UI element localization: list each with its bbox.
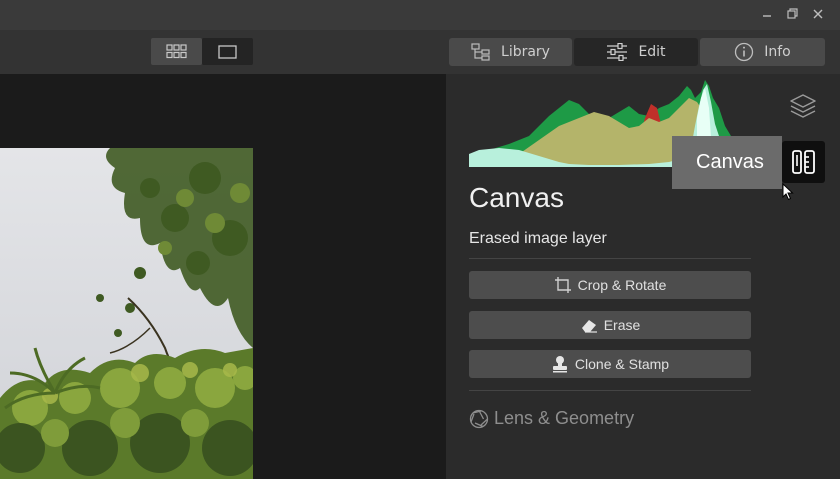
single-view-button[interactable] [202, 38, 253, 65]
canvas-tooltip: Canvas [672, 136, 782, 189]
layers-button[interactable] [786, 90, 820, 124]
lens-geometry-section[interactable]: Lens & Geometry [469, 408, 634, 429]
divider [469, 390, 751, 391]
photo-image [0, 148, 253, 479]
tab-edit[interactable]: Edit [574, 38, 698, 66]
tooltip-label: Canvas [696, 151, 764, 173]
top-toolbar: Library Edit Info [0, 30, 840, 74]
title-bar [0, 0, 840, 30]
aperture-icon [469, 409, 489, 428]
tab-info[interactable]: Info [700, 38, 825, 66]
erase-button[interactable]: Erase [469, 311, 751, 339]
tab-info-label: Info [764, 44, 791, 60]
mouse-cursor-icon [782, 183, 794, 201]
sliders-icon [607, 43, 628, 61]
clone-stamp-label: Clone & Stamp [574, 356, 670, 372]
canvas-icon [791, 150, 815, 174]
tab-edit-label: Edit [638, 44, 666, 60]
layers-icon [790, 94, 816, 118]
tab-library[interactable]: Library [449, 38, 572, 66]
panel-title: Canvas [469, 182, 564, 213]
crop-rotate-button[interactable]: Crop & Rotate [469, 271, 751, 299]
erase-label: Erase [603, 317, 641, 333]
restore-icon[interactable] [783, 6, 801, 24]
stamp-icon [552, 356, 567, 373]
panel-scrollbar[interactable] [832, 74, 840, 479]
eraser-icon [581, 320, 597, 333]
photo-preview[interactable] [0, 148, 253, 479]
clone-stamp-button[interactable]: Clone & Stamp [469, 350, 751, 378]
single-view-icon [218, 45, 237, 59]
grid-view-icon [166, 44, 187, 59]
lens-geometry-label: Lens & Geometry [494, 408, 635, 428]
library-icon [471, 43, 490, 61]
crop-icon [554, 277, 571, 293]
tab-library-label: Library [501, 44, 550, 60]
minimize-icon[interactable] [758, 6, 776, 24]
close-icon[interactable] [809, 6, 827, 24]
canvas-button[interactable] [782, 141, 825, 183]
crop-rotate-label: Crop & Rotate [577, 277, 667, 293]
grid-view-button[interactable] [151, 38, 202, 65]
divider [469, 258, 751, 259]
info-icon [735, 42, 754, 62]
layer-name-label: Erased image layer [469, 230, 607, 247]
